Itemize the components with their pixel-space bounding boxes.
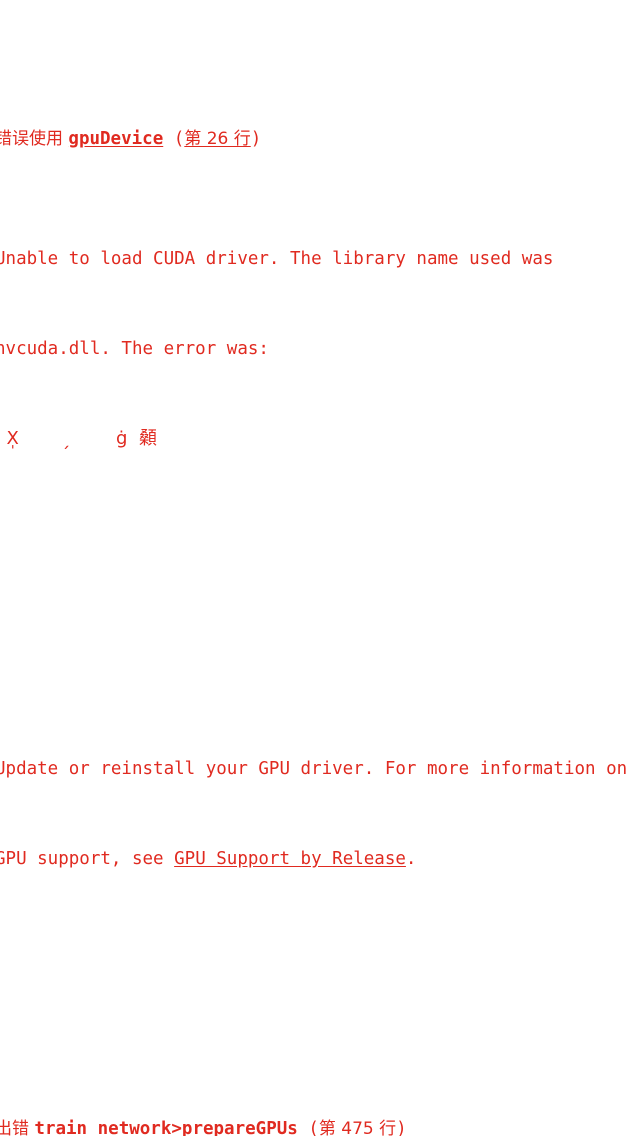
error-garbled-line: X̩ ̗ ġ 顙	[0, 428, 157, 449]
error-body-line: nvcuda.dll. The error was:	[0, 339, 269, 359]
advice-text-prefix: GPU support, see	[0, 849, 175, 869]
error-header-gpudevice: 错误使用 gpuDevice (第 26 行)	[0, 124, 626, 154]
line-ref-open-paren: (	[297, 1119, 319, 1136]
line-ref-close-paren: )	[396, 1119, 407, 1136]
error-advice-line-with-link: GPU support, see GPU Support by Release.	[0, 844, 626, 874]
error-body-line: Unable to load CUDA driver. The library …	[0, 249, 554, 269]
line-number-link-26[interactable]: 第 26 行	[184, 129, 250, 149]
gpu-support-by-release-link[interactable]: GPU Support by Release	[174, 849, 406, 869]
matlab-command-window-output[interactable]: 错误使用 gpuDevice (第 26 行) Unable to load C…	[0, 0, 626, 1136]
function-link-gpudevice[interactable]: gpuDevice	[68, 129, 163, 149]
line-number-link-475[interactable]: 第 475 行	[319, 1119, 396, 1136]
line-ref-close-paren: )	[250, 129, 262, 149]
error-advice-line: Update or reinstall your GPU driver. For…	[0, 759, 626, 779]
error-header-prefix: 出错	[0, 1119, 29, 1136]
advice-text-suffix: .	[405, 849, 417, 869]
function-link-train-network-preparegpus[interactable]: train network>prepareGPUs	[34, 1119, 297, 1136]
error-header-prefix: 错误使用	[0, 129, 69, 149]
error-header-preparegpus: 出错 train network>prepareGPUs (第 475 行)	[0, 1114, 626, 1136]
line-ref-open-paren: (	[163, 129, 185, 149]
